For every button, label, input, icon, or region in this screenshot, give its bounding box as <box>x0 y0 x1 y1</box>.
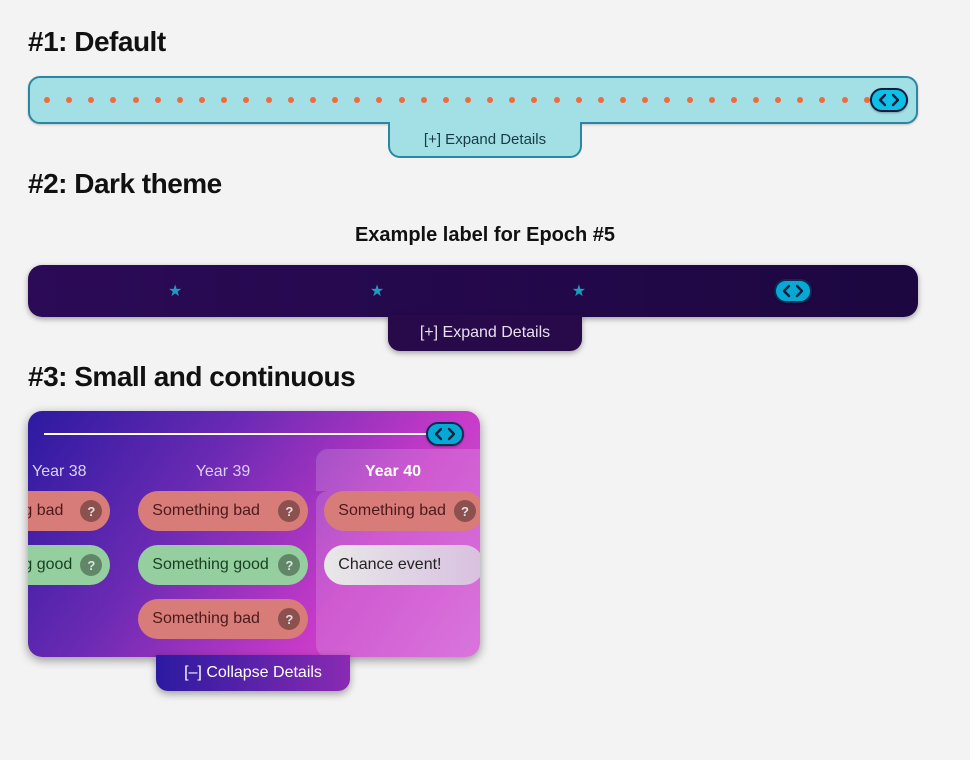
event-chip-bad[interactable]: Something bad? <box>138 599 308 639</box>
tick-dot <box>44 97 50 103</box>
event-label: hing good <box>28 556 72 574</box>
tick-dot <box>465 97 471 103</box>
tick-dot <box>775 97 781 103</box>
section-heading-1: #1: Default <box>28 26 942 58</box>
slider-handle[interactable] <box>426 422 464 446</box>
tick-dot <box>110 97 116 103</box>
expand-details-button[interactable]: [+] Expand Details <box>388 122 582 158</box>
tick-dot <box>288 97 294 103</box>
tick-star-icon: ★ <box>168 281 182 301</box>
tick-star-icon: ★ <box>370 281 384 301</box>
tick-dot <box>509 97 515 103</box>
tick-dot <box>731 97 737 103</box>
tick-dot <box>687 97 693 103</box>
tick-star-icon: ★ <box>572 281 586 301</box>
help-icon[interactable]: ? <box>278 554 300 576</box>
tick-dot <box>664 97 670 103</box>
event-chip-bad[interactable]: Something bad? <box>138 491 308 531</box>
expand-details-button[interactable]: [+] Expand Details <box>388 315 582 351</box>
event-label: Something good <box>152 556 269 574</box>
tick-dot <box>155 97 161 103</box>
tick-dot <box>797 97 803 103</box>
section-heading-3: #3: Small and continuous <box>28 361 942 393</box>
tick-dot <box>177 97 183 103</box>
tick-dot <box>66 97 72 103</box>
epoch-label: Example label for Epoch #5 <box>28 224 942 247</box>
tick-dot <box>531 97 537 103</box>
tick-dot <box>753 97 759 103</box>
slider-handle[interactable] <box>774 279 812 303</box>
tick-dot <box>399 97 405 103</box>
tick-dot <box>709 97 715 103</box>
tick-dot <box>354 97 360 103</box>
event-chip-good[interactable]: Something good? <box>138 545 308 585</box>
event-chip-bad[interactable]: Something bad? <box>324 491 480 531</box>
tick-dot <box>842 97 848 103</box>
help-icon[interactable]: ? <box>278 608 300 630</box>
tick-dot <box>576 97 582 103</box>
tick-dot <box>199 97 205 103</box>
tick-dot <box>310 97 316 103</box>
year-column: Something bad?Something good?Something b… <box>138 491 308 657</box>
slider-track-default[interactable] <box>28 76 918 124</box>
event-chip-bad[interactable]: hing bad? <box>28 491 110 531</box>
slider-ticks <box>44 97 892 103</box>
year-label: Year 39 <box>138 463 308 481</box>
section-heading-2: #2: Dark theme <box>28 168 942 200</box>
tick-dot <box>443 97 449 103</box>
collapse-details-button[interactable]: [–] Collapse Details <box>156 655 350 691</box>
help-icon[interactable]: ? <box>80 500 102 522</box>
slider-track-dark[interactable]: ★★★★ <box>28 265 918 317</box>
tick-dot <box>620 97 626 103</box>
help-icon[interactable]: ? <box>278 500 300 522</box>
drag-horizontal-icon <box>878 93 900 107</box>
tick-dot <box>487 97 493 103</box>
mini-timeline-card: Year 38 Year 39 Year 40 hing bad?hing go… <box>28 411 480 657</box>
event-label: Chance event! <box>338 556 441 574</box>
year-column: Something bad? Chance event! <box>316 491 480 657</box>
event-chip-chance[interactable]: Chance event! <box>324 545 480 585</box>
tick-dot <box>88 97 94 103</box>
event-label: Something bad <box>152 502 260 520</box>
event-label: Something bad <box>152 610 260 628</box>
tick-dot <box>598 97 604 103</box>
tick-dot <box>554 97 560 103</box>
year-label: Year 38 <box>28 463 138 481</box>
help-icon[interactable]: ? <box>454 500 476 522</box>
slider-handle[interactable] <box>870 88 908 112</box>
drag-horizontal-icon <box>782 284 804 298</box>
tick-dot <box>332 97 338 103</box>
drag-horizontal-icon <box>434 427 456 441</box>
year-column: hing bad?hing good? <box>28 491 110 657</box>
tick-dot <box>421 97 427 103</box>
tick-dot <box>864 97 870 103</box>
help-icon[interactable]: ? <box>80 554 102 576</box>
tick-dot <box>133 97 139 103</box>
tick-dot <box>819 97 825 103</box>
tick-dot <box>221 97 227 103</box>
tick-dot <box>642 97 648 103</box>
tick-dot <box>266 97 272 103</box>
event-chip-good[interactable]: hing good? <box>28 545 110 585</box>
tick-dot <box>243 97 249 103</box>
event-label: hing bad <box>28 502 63 520</box>
tick-dot <box>376 97 382 103</box>
event-label: Something bad <box>338 502 446 520</box>
